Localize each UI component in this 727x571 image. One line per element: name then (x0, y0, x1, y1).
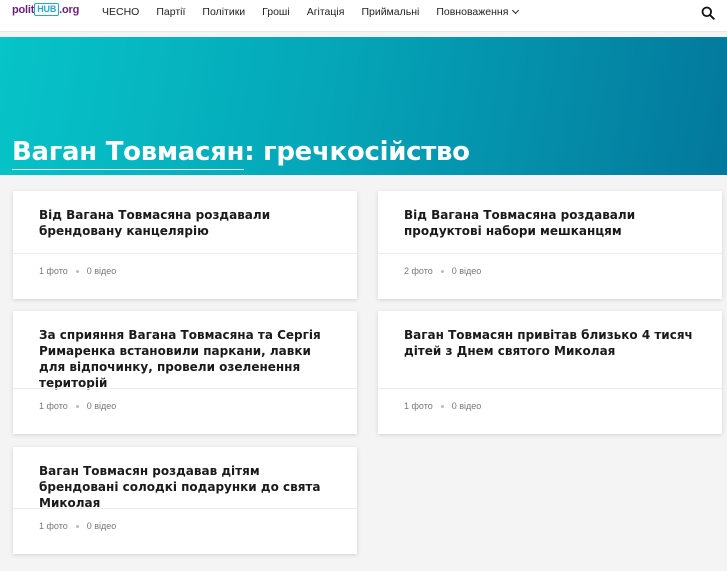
card-divider (378, 388, 722, 389)
separator-dot (75, 269, 79, 273)
video-count: 0 відео (86, 521, 117, 531)
post-card-meta: 2 фото 0 відео (404, 266, 481, 276)
card-divider (13, 253, 357, 254)
post-card-meta: 1 фото 0 відео (39, 401, 116, 411)
politician-name-link[interactable]: Ваган Товмасян (12, 137, 245, 170)
post-card[interactable]: Від Вагана Товмасяна роздавали продуктов… (378, 191, 722, 299)
search-icon[interactable] (701, 6, 715, 20)
main-menu: ЧЕСНО Партії Політики Гроші Агітація При… (102, 0, 535, 24)
post-card[interactable]: Ваган Товмасян роздавав дітям брендовані… (13, 447, 357, 554)
photo-count: 2 фото (404, 266, 433, 276)
post-card-meta: 1 фото 0 відео (39, 266, 116, 276)
photo-count: 1 фото (39, 266, 68, 276)
top-navigation-bar: polit HUB .org ЧЕСНО Партії Політики Гроші… (0, 0, 727, 32)
logo-text-org: .org (59, 4, 80, 16)
card-divider (13, 508, 357, 509)
video-count: 0 відео (86, 266, 117, 276)
nav-item-powers[interactable]: Повноваження (436, 6, 520, 18)
video-count: 0 відео (451, 266, 482, 276)
post-card[interactable]: За сприяння Вагана Товмасяна та Сергія Р… (13, 311, 357, 434)
page-title-suffix: : гречкосійство (244, 137, 470, 167)
post-card-title[interactable]: Від Вагана Товмасяна роздавали брендован… (39, 207, 335, 239)
page-title: Ваган Товмасян: гречкосійство (12, 137, 470, 170)
nav-item-politicians[interactable]: Політики (202, 6, 245, 18)
post-card-title[interactable]: За сприяння Вагана Товмасяна та Сергія Р… (39, 327, 335, 391)
nav-item-offices[interactable]: Приймальні (361, 6, 419, 18)
post-card[interactable]: Від Вагана Товмасяна роздавали брендован… (13, 191, 357, 299)
chevron-down-icon (512, 6, 520, 15)
logo-text-polit: polit (12, 4, 35, 16)
separator-dot (440, 269, 444, 273)
card-divider (378, 253, 722, 254)
separator-dot (75, 524, 79, 528)
post-card-title[interactable]: Ваган Товмасян роздавав дітям брендовані… (39, 463, 335, 511)
post-card-meta: 1 фото 0 відео (39, 521, 116, 531)
video-count: 0 відео (451, 401, 482, 411)
photo-count: 1 фото (39, 401, 68, 411)
separator-dot (75, 404, 79, 408)
nav-item-agitation[interactable]: Агітація (307, 6, 345, 18)
card-divider (13, 388, 357, 389)
site-logo[interactable]: polit HUB .org (12, 3, 80, 22)
video-count: 0 відео (86, 401, 117, 411)
separator-dot (440, 404, 444, 408)
photo-count: 1 фото (404, 401, 433, 411)
nav-item-parties[interactable]: Партії (156, 6, 185, 18)
post-card[interactable]: Ваган Товмасян привітав близько 4 тисяч … (378, 311, 722, 434)
post-card-meta: 1 фото 0 відео (404, 401, 481, 411)
nav-item-money[interactable]: Гроші (262, 6, 290, 18)
hero-banner: Ваган Товмасян: гречкосійство (0, 37, 727, 175)
post-card-title[interactable]: Ваган Товмасян привітав близько 4 тисяч … (404, 327, 700, 359)
nav-item-chesno[interactable]: ЧЕСНО (102, 6, 139, 18)
photo-count: 1 фото (39, 521, 68, 531)
post-card-title[interactable]: Від Вагана Товмасяна роздавали продуктов… (404, 207, 700, 239)
nav-item-powers-label: Повноваження (436, 6, 509, 18)
logo-text-hub: HUB (34, 3, 60, 16)
